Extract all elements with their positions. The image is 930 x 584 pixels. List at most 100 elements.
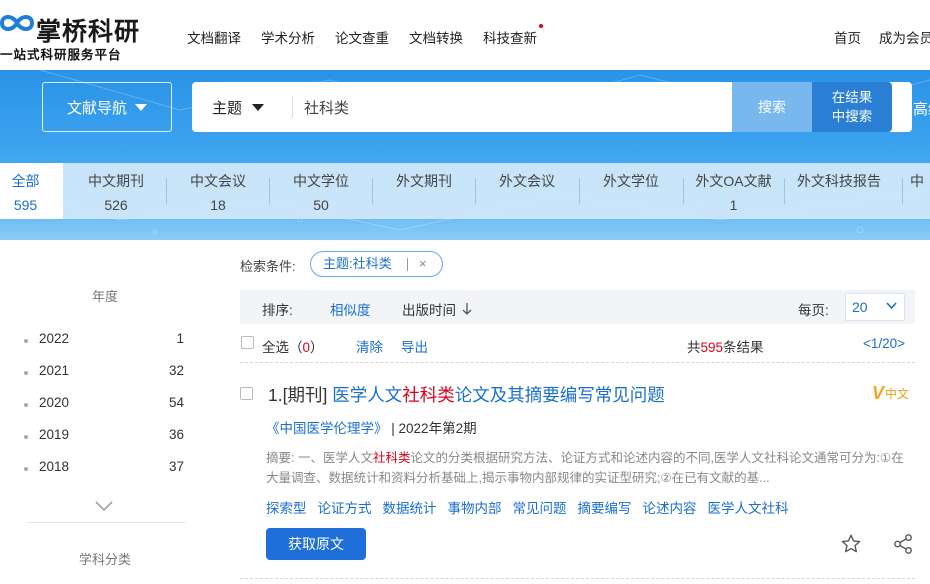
tag-divider bbox=[407, 258, 408, 271]
nav-analysis[interactable]: 学术分析 bbox=[261, 27, 315, 47]
bullet-icon bbox=[24, 371, 28, 375]
per-page-select[interactable]: 20 bbox=[845, 293, 905, 321]
tab-label: 外文科技报告 bbox=[797, 173, 881, 189]
tab-cn-journal[interactable]: 中文期刊 526 bbox=[66, 163, 166, 219]
export-link[interactable]: 导出 bbox=[401, 336, 428, 356]
clear-link[interactable]: 清除 bbox=[356, 336, 383, 356]
year-count: 37 bbox=[168, 459, 184, 474]
search-input[interactable] bbox=[304, 82, 724, 132]
caret-down-icon bbox=[252, 103, 265, 111]
result-title[interactable]: 1.[期刊] 医学人文社科类论文及其摘要编写常见问题 bbox=[268, 382, 665, 407]
search-box: 主题 搜索 在结果 中搜索 bbox=[192, 82, 912, 132]
tab-foreign-degree[interactable]: 外文学位 bbox=[581, 163, 681, 219]
share-icon[interactable] bbox=[892, 533, 914, 555]
tab-label: 外文期刊 bbox=[396, 173, 452, 189]
nav-translate[interactable]: 文档翻译 bbox=[187, 27, 241, 47]
condition-tag-label: 主题:社科类 bbox=[323, 256, 392, 271]
year-filter-item[interactable]: 2022 1 bbox=[24, 331, 184, 351]
search-banner: 文献导航 主题 搜索 在结果 中搜索 高级 全部 595 中文期刊 526 中文… bbox=[0, 70, 930, 240]
divider bbox=[240, 362, 915, 363]
sort-pub-time[interactable]: 出版时间 bbox=[402, 299, 472, 319]
top-header: 掌桥科研 一站式科研服务平台 文档翻译 学术分析 论文查重 文档转换 科技查新 … bbox=[0, 0, 930, 70]
keyword-link[interactable]: 事物内部 bbox=[448, 497, 502, 517]
search-within-button[interactable]: 在结果 中搜索 bbox=[812, 82, 892, 132]
search-type-select[interactable]: 主题 bbox=[212, 82, 265, 132]
star-icon[interactable] bbox=[840, 533, 862, 555]
site-logo[interactable]: 掌桥科研 一站式科研服务平台 bbox=[0, 8, 160, 64]
tab-count: 526 bbox=[104, 197, 128, 213]
tab-foreign-report[interactable]: 外文科技报告 bbox=[786, 163, 892, 219]
year-filter-item[interactable]: 2018 37 bbox=[24, 459, 184, 479]
keyword-link[interactable]: 医学人文社科 bbox=[708, 497, 789, 517]
keyword-link[interactable]: 论述内容 bbox=[643, 497, 697, 517]
pager[interactable]: <1/20> bbox=[863, 336, 905, 351]
year-heading: 年度 bbox=[91, 289, 118, 304]
year-label: 2022 bbox=[39, 331, 70, 346]
tab-separator bbox=[269, 178, 270, 204]
chevron-down-icon bbox=[886, 302, 897, 310]
keyword-link[interactable]: 探索型 bbox=[266, 497, 307, 517]
verified-v-icon: V bbox=[872, 383, 885, 403]
advanced-search-link[interactable]: 高级 bbox=[913, 98, 930, 119]
year-label: 2019 bbox=[39, 427, 70, 442]
keyword-link[interactable]: 论证方式 bbox=[318, 497, 372, 517]
year-count: 1 bbox=[176, 331, 184, 346]
new-dot-badge bbox=[539, 24, 543, 28]
per-page-label: 每页: bbox=[798, 303, 829, 318]
title-part: 医学人文 bbox=[332, 385, 403, 405]
tab-count: 18 bbox=[210, 197, 226, 213]
nav-novelty[interactable]: 科技查新 bbox=[483, 24, 543, 47]
keyword-link[interactable]: 数据统计 bbox=[383, 497, 437, 517]
chevron-down-icon[interactable] bbox=[95, 500, 113, 512]
per-page-value: 20 bbox=[852, 299, 868, 315]
select-all-checkbox[interactable] bbox=[241, 336, 254, 349]
year-label: 2018 bbox=[39, 459, 70, 474]
tab-cn-conference[interactable]: 中文会议 18 bbox=[168, 163, 268, 219]
search-divider bbox=[292, 96, 293, 118]
search-within-line2: 中搜索 bbox=[831, 109, 873, 124]
year-filter-item[interactable]: 2020 54 bbox=[24, 395, 184, 415]
journal-link[interactable]: 《中国医学伦理学》 bbox=[266, 421, 388, 436]
nav-convert[interactable]: 文档转换 bbox=[409, 27, 463, 47]
conditions-label: 检索条件: bbox=[240, 259, 296, 274]
database-tabs: 全部 595 中文期刊 526 中文会议 18 中文学位 50 外文期刊 外文会… bbox=[0, 163, 930, 219]
nav-home[interactable]: 首页 bbox=[834, 27, 861, 47]
bullet-icon bbox=[24, 339, 28, 343]
tab-count: 595 bbox=[13, 197, 38, 213]
tab-foreign-conference[interactable]: 外文会议 bbox=[477, 163, 577, 219]
tab-label: 中文期刊 bbox=[88, 173, 144, 189]
keyword-link[interactable]: 摘要编写 bbox=[578, 497, 632, 517]
result-checkbox[interactable] bbox=[240, 387, 253, 400]
literature-nav-label: 文献导航 bbox=[66, 99, 127, 117]
search-button[interactable]: 搜索 bbox=[732, 82, 812, 132]
divider bbox=[240, 578, 915, 579]
tab-foreign-journal[interactable]: 外文期刊 bbox=[374, 163, 474, 219]
infinity-logo-icon bbox=[0, 15, 35, 31]
tab-cn-degree[interactable]: 中文学位 50 bbox=[271, 163, 371, 219]
literature-nav-button[interactable]: 文献导航 bbox=[42, 82, 172, 132]
tab-separator bbox=[475, 178, 476, 204]
tab-more[interactable]: 中 bbox=[904, 163, 930, 219]
language-label: 中文 bbox=[885, 387, 910, 401]
nav-plagiarism[interactable]: 论文查重 bbox=[335, 27, 389, 47]
logo-title: 掌桥科研 bbox=[36, 17, 141, 46]
tab-label: 外文会议 bbox=[499, 173, 555, 189]
search-type-label: 主题 bbox=[212, 99, 243, 117]
tab-foreign-oa[interactable]: 外文OA文献 1 bbox=[685, 163, 782, 219]
tab-separator bbox=[372, 178, 373, 204]
nav-member[interactable]: 成为会员 bbox=[879, 27, 930, 47]
keyword-link[interactable]: 常见问题 bbox=[513, 497, 567, 517]
select-all-label[interactable]: 全选（0） bbox=[262, 336, 324, 356]
tab-label: 中 bbox=[910, 173, 924, 189]
get-fulltext-button[interactable]: 获取原文 bbox=[266, 528, 366, 560]
year-filter-item[interactable]: 2019 36 bbox=[24, 427, 184, 447]
close-icon[interactable]: × bbox=[419, 252, 427, 276]
subject-heading: 学科分类 bbox=[78, 552, 131, 567]
year-count: 54 bbox=[168, 395, 184, 410]
tab-all[interactable]: 全部 595 bbox=[0, 163, 63, 219]
sort-relevance[interactable]: 相似度 bbox=[330, 299, 371, 319]
year-count: 32 bbox=[168, 363, 184, 378]
tab-separator bbox=[784, 178, 785, 204]
year-filter-item[interactable]: 2021 32 bbox=[24, 363, 184, 383]
journal-issue: 2022年第2期 bbox=[398, 421, 477, 436]
